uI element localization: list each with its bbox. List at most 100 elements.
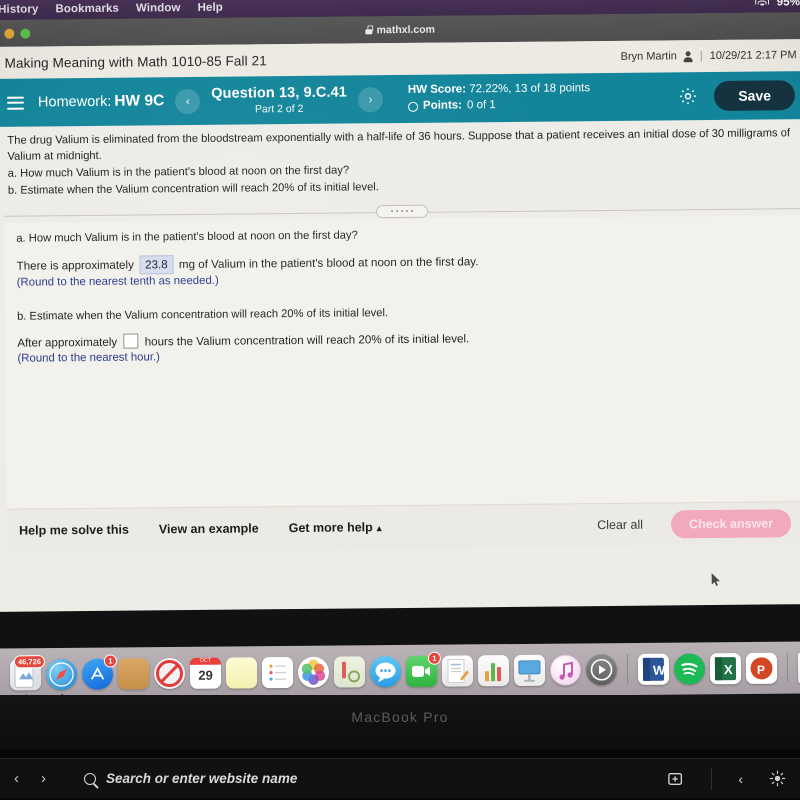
circle-icon	[407, 101, 419, 112]
dock-badge-facetime: 1	[427, 651, 441, 665]
view-an-example-button[interactable]: View an example	[159, 522, 259, 537]
previous-question-button[interactable]: ‹	[175, 88, 201, 114]
get-more-help-label: Get more help	[288, 520, 373, 536]
menubar-item-window[interactable]: Window	[136, 2, 181, 14]
score-block: HW Score: 72.22%, 13 of 18 points Points…	[408, 82, 590, 115]
dock-item-messages-app[interactable]	[369, 655, 402, 687]
touchbar-divider	[711, 767, 713, 790]
homework-label-text: Homework:	[37, 93, 112, 111]
get-more-help-button[interactable]: Get more help ▲	[289, 520, 384, 535]
dock-item-word-app[interactable]: W	[637, 653, 670, 685]
save-button[interactable]: Save	[714, 80, 796, 111]
dock-item-quicktime-app[interactable]	[585, 653, 618, 685]
homework-name: HW 9C	[114, 92, 165, 110]
dock-badge-preview: 46,726	[13, 654, 45, 668]
user-name[interactable]: Bryn Martin	[621, 50, 677, 63]
problem-statement: The drug Valium is eliminated from the b…	[0, 119, 800, 203]
next-question-button[interactable]: ›	[357, 86, 384, 112]
question-info: Question 13, 9.C.41 Part 2 of 2	[211, 84, 347, 117]
address-bar[interactable]: mathxl.com	[0, 20, 800, 40]
clear-all-button[interactable]: Clear all	[597, 518, 643, 532]
laptop-screen: History Bookmarks Window Help 95% mathxl…	[0, 0, 800, 660]
dock-badge-app-store: 1	[103, 653, 117, 668]
photo-of-laptop-screen: History Bookmarks Window Help 95% mathxl…	[0, 0, 800, 800]
answer-a-tail: mg of Valium in the patient's blood at n…	[178, 254, 479, 271]
menubar-status-group: 95%	[755, 0, 800, 9]
dock-item-calendar-app[interactable]: OCT 29	[189, 657, 222, 689]
touchbar-nav-group: ‹ ›	[14, 770, 46, 787]
dock-item-utilities-app[interactable]	[333, 655, 366, 688]
dock-item-spotify-app[interactable]	[673, 652, 706, 685]
hw-score-line: HW Score: 72.22%, 13 of 18 points	[408, 82, 590, 99]
assignment-toolbar: Homework: HW 9C ‹ Question 13, 9.C.41 Par…	[0, 71, 800, 127]
answer-a-lead: There is approximately	[16, 258, 134, 273]
macbook-pro-label: MacBook Pro	[351, 709, 449, 725]
dock-item-keynote-app[interactable]	[513, 654, 546, 686]
person-icon[interactable]	[684, 51, 693, 62]
dock-item-blocked-app[interactable]	[153, 657, 186, 689]
answer-b-lead: After approximately	[17, 335, 118, 350]
dock-item-safari-app[interactable]	[45, 658, 78, 697]
touchbar-forward-icon[interactable]: ›	[41, 770, 46, 787]
answer-b-tail: hours the Valium concentration will reac…	[144, 332, 470, 349]
dock-item-facetime-app[interactable]: 1	[405, 651, 441, 687]
check-answer-button[interactable]: Check answer	[670, 509, 792, 539]
answer-a-input[interactable]: 23.8	[138, 254, 174, 275]
answer-actions-bar: Help me solve this View an example Get m…	[6, 500, 800, 553]
points-value: 0 of 1	[466, 99, 496, 112]
lock-icon	[366, 25, 373, 34]
dock-item-reminders-app[interactable]	[261, 656, 294, 688]
homework-label: Homework: HW 9C	[38, 92, 164, 111]
menubar-item-history[interactable]: History	[0, 3, 38, 15]
touchbar-search-field[interactable]: Search or enter website name	[84, 771, 297, 786]
question-part: Part 2 of 2	[254, 102, 304, 115]
header-separator: |	[699, 50, 703, 63]
gear-icon[interactable]	[678, 86, 698, 106]
caret-up-icon: ▲	[374, 523, 384, 534]
dock-item-itunes-app[interactable]	[549, 653, 582, 686]
dock-item-notes-legacy-app[interactable]	[117, 657, 150, 689]
question-title: Question 13, 9.C.41	[211, 84, 347, 103]
answer-card: a. How much Valium is in the patient's b…	[4, 214, 800, 553]
dock-separator	[786, 652, 789, 683]
touchbar-right-group: ‹	[667, 767, 786, 790]
battery-percent: 95%	[776, 0, 800, 9]
dock-item-app-store-app[interactable]: 1	[81, 653, 117, 690]
calendar-day: 29	[198, 667, 213, 683]
hw-score-label: HW Score:	[407, 83, 467, 97]
search-icon	[84, 772, 96, 785]
touchbar-back-icon[interactable]: ‹	[14, 770, 19, 787]
wifi-icon[interactable]	[755, 0, 770, 8]
url-text: mathxl.com	[376, 23, 436, 36]
dock-item-powerpoint-app[interactable]: P	[745, 652, 778, 684]
laptop-bezel: MacBook Pro	[0, 695, 800, 750]
dock-item-excel-app[interactable]: X	[709, 652, 742, 684]
dock-item-pages-app[interactable]	[441, 654, 474, 687]
hamburger-icon[interactable]	[6, 96, 25, 110]
help-me-solve-this-button[interactable]: Help me solve this	[19, 523, 129, 538]
current-datetime: 10/29/21 2:17 PM	[709, 49, 797, 63]
menubar-item-bookmarks[interactable]: Bookmarks	[55, 3, 119, 16]
course-title: Making Meaning with Math 1010-85 Fall 21	[4, 52, 267, 71]
svg-text:X: X	[724, 662, 733, 677]
answer-b-input[interactable]	[123, 333, 139, 349]
touchbar-area: ‹ › Search or enter website name ‹	[0, 750, 800, 800]
menubar-item-help[interactable]: Help	[198, 2, 223, 14]
touchbar: ‹ › Search or enter website name ‹	[0, 758, 800, 798]
dock-item-numbers-app[interactable]	[477, 654, 510, 686]
svg-text:W: W	[653, 662, 666, 677]
course-user-group: Bryn Martin | 10/29/21 2:17 PM	[621, 49, 797, 63]
mathxl-page: Making Meaning with Math 1010-85 Fall 21…	[0, 39, 800, 660]
tabs-icon[interactable]	[667, 771, 685, 787]
macos-dock: 46,726 1 OCT 29 1 W X P	[0, 641, 800, 701]
svg-text:P: P	[757, 662, 765, 676]
answer-part-a-prompt: a. How much Valium is in the patient's b…	[16, 229, 358, 245]
dock-item-photos-app[interactable]	[297, 656, 330, 688]
brightness-icon[interactable]	[769, 770, 786, 787]
collapse-handle-icon[interactable]	[376, 204, 429, 218]
points-label: Points:	[422, 99, 463, 112]
dock-item-stickies-app[interactable]	[225, 656, 258, 689]
mouse-cursor	[711, 573, 720, 586]
dock-item-preview-app[interactable]: 46,726	[9, 654, 45, 697]
media-prev-icon[interactable]: ‹	[738, 771, 743, 787]
